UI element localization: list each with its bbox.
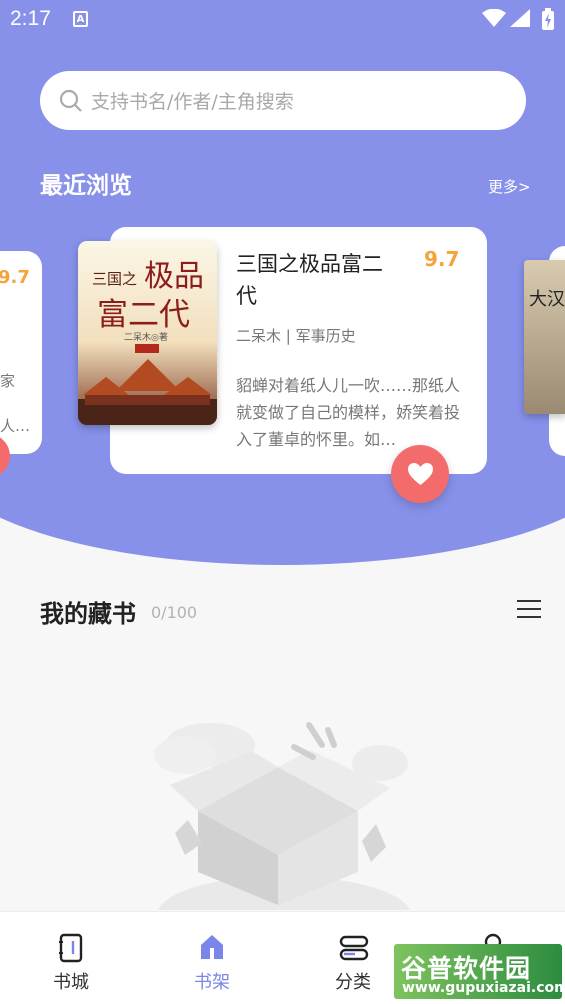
previous-book-score: 9.7 xyxy=(0,267,30,288)
my-bookshelf-title: 我的藏书 xyxy=(40,600,136,628)
next-book-cover[interactable]: 大汉 xyxy=(524,260,565,414)
search-placeholder[interactable]: 支持书名/作者/主角搜索 xyxy=(91,87,294,114)
recent-browsing-title: 最近浏览 xyxy=(40,173,132,199)
svg-text:二呆木◎著: 二呆木◎著 xyxy=(124,331,168,343)
a-notification-icon: A xyxy=(73,11,88,27)
nav-category[interactable]: 分类 xyxy=(308,912,398,1004)
book-description: 貂蝉对着纸人儿一吹……那纸人就变做了自己的模样，娇笑着投入了董卓的怀里。如… xyxy=(236,376,461,449)
heart-icon xyxy=(407,463,433,485)
nav-bookshelf-label: 书架 xyxy=(194,972,230,993)
site-watermark: 谷普软件园 www.gupuxiazai.com xyxy=(394,944,562,999)
watermark-url: www.gupuxiazai.com xyxy=(402,980,562,996)
svg-text:极品: 极品 xyxy=(144,259,204,294)
book-author-category: 二呆木 | 军事历史 xyxy=(236,327,356,345)
app-screen: 2:17 A 支持书名/作者/主角搜索 最近浏览 更多> 9.7 家 人… 三国… xyxy=(0,0,565,1004)
book-store-icon xyxy=(59,933,83,963)
battery-icon xyxy=(542,8,554,30)
category-icon xyxy=(339,935,369,961)
signal-icon xyxy=(510,9,530,27)
bookshelf-icon xyxy=(201,935,223,959)
nav-bookshelf[interactable]: 书架 xyxy=(167,912,257,1004)
status-time: 2:17 xyxy=(10,7,51,30)
svg-text:富二代: 富二代 xyxy=(97,297,190,333)
recent-book-title[interactable]: 三国之极品富二代 xyxy=(236,248,386,312)
empty-box-illustration xyxy=(154,722,410,910)
menu-icon[interactable] xyxy=(517,600,541,621)
previous-book-text: 人… xyxy=(0,417,31,435)
wifi-icon xyxy=(482,9,506,27)
status-bar: 2:17 A xyxy=(0,0,565,40)
book-score: 9.7 xyxy=(424,247,460,271)
more-link[interactable]: 更多> xyxy=(488,176,531,197)
nav-book-store[interactable]: 书城 xyxy=(26,912,116,1004)
svg-text:三国之: 三国之 xyxy=(92,270,137,288)
previous-book-text: 家 xyxy=(0,372,16,390)
book-cover[interactable]: 三国之 极品 富二代 二呆木◎著 xyxy=(78,241,217,425)
search-icon xyxy=(59,89,82,112)
nav-category-label: 分类 xyxy=(335,972,371,993)
nav-book-store-label: 书城 xyxy=(53,972,89,993)
favorite-button[interactable] xyxy=(391,445,449,503)
search-bar[interactable]: 支持书名/作者/主角搜索 xyxy=(40,71,526,130)
bookshelf-count: 0/100 xyxy=(151,603,198,622)
book-cover-art: 三国之 极品 富二代 二呆木◎著 xyxy=(78,241,217,425)
